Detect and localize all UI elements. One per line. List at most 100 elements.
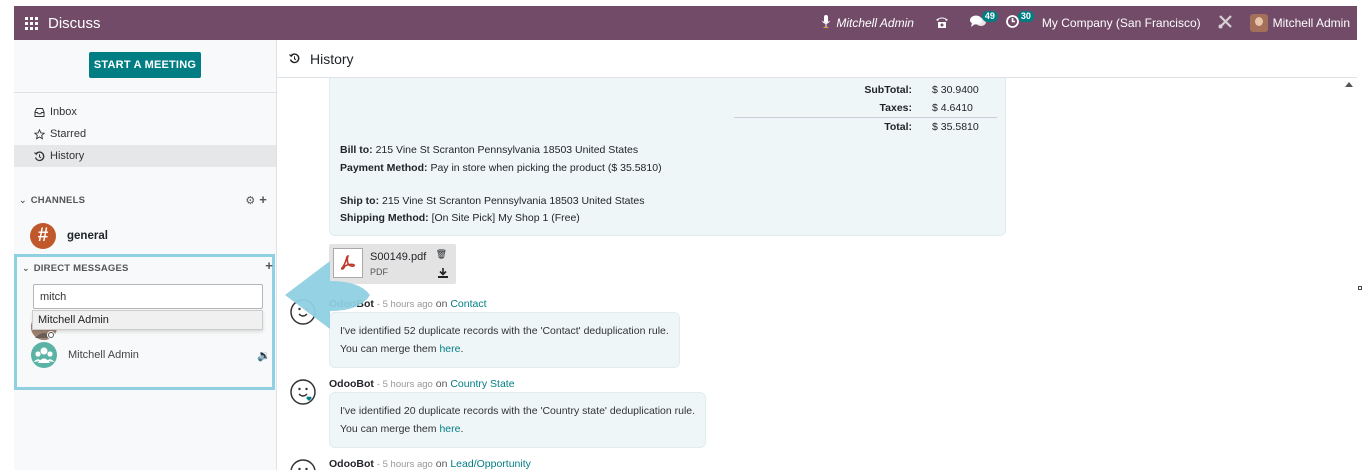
dm-search-input[interactable] bbox=[33, 284, 263, 309]
pdf-file-icon bbox=[333, 248, 363, 278]
message-author[interactable]: OdooBot bbox=[329, 378, 374, 390]
sidebar-item-history[interactable]: History bbox=[14, 145, 276, 167]
sidebar-divider bbox=[14, 92, 276, 93]
messaging-badge: 49 bbox=[981, 11, 998, 22]
pdf-attachment[interactable]: S00149.pdf PDF 🗑 bbox=[329, 244, 456, 284]
message-date: - 5 hours ago bbox=[376, 459, 433, 470]
message-date: - 5 hours ago bbox=[376, 299, 433, 310]
activity-badge: 30 bbox=[1017, 11, 1034, 22]
message-body: I've identified 52 duplicate records wit… bbox=[329, 312, 680, 368]
app-title[interactable]: Discuss bbox=[48, 15, 101, 32]
channels-header-label: CHANNELS bbox=[30, 194, 86, 206]
dm-header-label: DIRECT MESSAGES bbox=[33, 262, 129, 274]
thread-scrollbar[interactable] bbox=[1341, 78, 1357, 470]
tools-icon bbox=[1218, 14, 1233, 32]
taxes-row: Taxes: $ 4.6410 bbox=[879, 102, 973, 114]
shipping-method-line: Shipping Method: [On Site Pick] My Shop … bbox=[340, 212, 580, 224]
merge-link[interactable]: here bbox=[439, 343, 460, 355]
message-record-link[interactable]: Contact bbox=[450, 298, 486, 310]
message-date: - 5 hours ago bbox=[376, 379, 433, 390]
message-author[interactable]: OdooBot bbox=[329, 298, 374, 310]
microphone-icon bbox=[822, 15, 831, 31]
channel-hash-icon: # bbox=[30, 223, 56, 249]
odoobot-avatar bbox=[289, 378, 317, 406]
speaker-icon: 🔉 bbox=[257, 349, 271, 362]
phone-menu[interactable] bbox=[923, 6, 961, 40]
bill-to-line: Bill to: 215 Vine St Scranton Pennsylvan… bbox=[340, 144, 639, 156]
chevron-down-icon: ⌄ bbox=[22, 262, 30, 273]
channels-actions: ⚙ + bbox=[245, 192, 267, 207]
sidebar-item-label: Inbox bbox=[50, 106, 77, 118]
message-on: on bbox=[435, 298, 448, 310]
trash-icon[interactable]: 🗑 bbox=[436, 249, 447, 260]
scroll-up-arrow-icon[interactable] bbox=[1345, 82, 1353, 87]
voip-user-label: Mitchell Admin bbox=[836, 16, 914, 30]
total-row: Total: $ 35.5810 bbox=[884, 121, 979, 133]
voip-status[interactable]: Mitchell Admin bbox=[813, 6, 923, 40]
history-icon bbox=[289, 53, 300, 64]
message-author[interactable]: OdooBot bbox=[329, 458, 374, 470]
channel-name: general bbox=[67, 230, 108, 242]
attachment-type: PDF bbox=[370, 267, 388, 277]
apps-menu-icon[interactable] bbox=[14, 6, 48, 40]
user-avatar bbox=[1249, 14, 1268, 32]
chevron-down-icon: ⌄ bbox=[19, 194, 27, 205]
message-header: OdooBot - 5 hours ago on Contact bbox=[329, 298, 487, 310]
inbox-icon bbox=[32, 107, 46, 117]
start-meeting-button[interactable]: START A MEETING bbox=[89, 52, 201, 78]
message-line: I've identified 52 duplicate records wit… bbox=[340, 325, 669, 337]
add-dm-icon[interactable]: + bbox=[265, 258, 273, 273]
resize-handle[interactable] bbox=[1358, 286, 1362, 290]
dm-item-mitchell-admin[interactable]: Mitchell Admin 🔉 bbox=[31, 341, 271, 369]
attachment-name: S00149.pdf bbox=[370, 251, 427, 263]
company-name: My Company (San Francisco) bbox=[1041, 16, 1201, 30]
gear-icon[interactable]: ⚙ bbox=[245, 195, 255, 207]
dm-category-header[interactable]: ⌄ DIRECT MESSAGES + bbox=[17, 258, 279, 277]
star-icon bbox=[32, 128, 46, 140]
message-thread[interactable]: SubTotal: $ 30.9400 Taxes: $ 4.6410 Tota… bbox=[277, 78, 1357, 470]
mitchell-avatar bbox=[31, 342, 57, 368]
message-on: on bbox=[435, 378, 448, 390]
history-icon bbox=[32, 150, 46, 162]
message-line: You can merge them here. bbox=[340, 343, 464, 355]
direct-messages-highlight: ⌄ DIRECT MESSAGES + Joel Willis Mitchell… bbox=[14, 254, 275, 390]
order-totals: SubTotal: $ 30.9400 Taxes: $ 4.6410 Tota… bbox=[734, 81, 997, 136]
channels-category-header[interactable]: ⌄ CHANNELS ⚙ + bbox=[14, 191, 276, 209]
thread-title: History bbox=[310, 50, 354, 67]
top-navbar: Discuss Mitchell Admin 49 30 My Company … bbox=[14, 6, 1357, 40]
debug-menu[interactable] bbox=[1210, 6, 1241, 40]
sidebar-item-label: History bbox=[50, 150, 85, 162]
message-record-link[interactable]: Lead/Opportunity bbox=[450, 458, 531, 470]
message-line: I've identified 20 duplicate records wit… bbox=[340, 405, 696, 417]
odoobot-avatar bbox=[289, 298, 317, 326]
navbar-systray: Mitchell Admin 49 30 My Company (San Fra… bbox=[813, 6, 1357, 40]
subtotal-row: SubTotal: $ 30.9400 bbox=[864, 84, 979, 96]
thread-header: History bbox=[277, 40, 1357, 78]
message-record-link[interactable]: Country State bbox=[450, 378, 514, 390]
odoobot-avatar bbox=[289, 458, 317, 470]
activity-menu[interactable]: 30 bbox=[997, 6, 1034, 40]
messaging-menu[interactable]: 49 bbox=[961, 6, 998, 40]
message-on: on bbox=[435, 458, 448, 470]
company-switcher[interactable]: My Company (San Francisco) bbox=[1033, 6, 1210, 40]
message-header: OdooBot - 5 hours ago on Lead/Opportunit… bbox=[329, 458, 531, 470]
discuss-main: History SubTotal: $ 30.9400 Taxes: $ 4.6… bbox=[277, 40, 1357, 470]
ship-to-line: Ship to: 215 Vine St Scranton Pennsylvan… bbox=[340, 195, 645, 207]
dm-name: Mitchell Admin bbox=[68, 349, 139, 361]
discuss-sidebar: START A MEETING Inbox Starred History ⌄ … bbox=[14, 40, 277, 470]
sidebar-item-label: Starred bbox=[50, 128, 87, 140]
phone-icon bbox=[935, 16, 949, 31]
add-channel-icon[interactable]: + bbox=[259, 192, 267, 207]
user-menu[interactable]: Mitchell Admin bbox=[1241, 6, 1357, 40]
download-icon[interactable] bbox=[438, 268, 448, 281]
autocomplete-option[interactable]: Mitchell Admin bbox=[32, 310, 263, 330]
sidebar-item-inbox[interactable]: Inbox bbox=[14, 101, 276, 123]
merge-link[interactable]: here bbox=[439, 423, 460, 435]
order-message-bubble: SubTotal: $ 30.9400 Taxes: $ 4.6410 Tota… bbox=[329, 78, 1006, 236]
payment-method-line: Payment Method: Pay in store when pickin… bbox=[340, 162, 662, 174]
sidebar-item-starred[interactable]: Starred bbox=[14, 123, 276, 145]
user-menu-name: Mitchell Admin bbox=[1272, 16, 1350, 30]
channel-item-general[interactable]: # general bbox=[14, 222, 276, 250]
message-line: You can merge them here. bbox=[340, 423, 464, 435]
discuss-app: Discuss Mitchell Admin 49 30 My Company … bbox=[14, 6, 1357, 470]
